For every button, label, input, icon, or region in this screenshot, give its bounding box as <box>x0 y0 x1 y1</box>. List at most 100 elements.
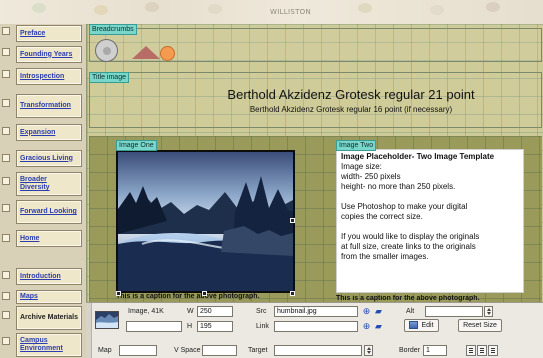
content-area: Breadcrumbs Title image Berthold Akziden… <box>86 24 543 304</box>
nav-bullet-icon <box>2 177 10 185</box>
edit-icon <box>409 321 419 330</box>
folder-icon[interactable]: ▰ <box>373 321 384 332</box>
image-two-title: Image Placeholder- Two Image Template <box>341 152 495 161</box>
decorative-dot <box>430 5 444 15</box>
image-thumbnail-icon <box>96 312 118 328</box>
nav-bullet-icon <box>2 311 10 319</box>
image-two-region: Image Placeholder- Two Image Template Im… <box>336 148 524 302</box>
link-label: Link <box>256 323 269 330</box>
reset-size-button[interactable]: Reset Size <box>458 319 502 332</box>
panel-handle[interactable] <box>86 303 92 358</box>
sidebar-item-gracious-living[interactable]: Gracious Living <box>16 150 82 167</box>
page-subtitle: Berthold Akzidenz Grotesk regular 16 poi… <box>249 105 453 114</box>
image-one-photo-icon <box>118 152 293 291</box>
nav-bullet-icon <box>2 127 10 135</box>
image-width-line: width- 250 pixels <box>341 172 401 181</box>
link-field[interactable] <box>274 321 358 332</box>
image-one[interactable] <box>116 150 295 293</box>
nav-bullet-icon <box>2 234 10 242</box>
decorative-dot <box>358 3 372 13</box>
resize-handle[interactable] <box>290 291 295 296</box>
resize-handle[interactable] <box>116 291 121 296</box>
sidebar-item-forward-looking[interactable]: Forward Looking <box>16 200 82 224</box>
sidebar-item-broader-diversity[interactable]: Broader Diversity <box>16 172 82 196</box>
properties-panel: Image, 41K W 250 H 195 Src humbnail.jpg … <box>86 302 543 358</box>
edit-button[interactable]: Edit <box>404 319 439 332</box>
sidebar-item-campus-environment[interactable]: Campus Environment <box>16 333 82 357</box>
image-size-heading: Image size: <box>341 162 382 171</box>
decorative-dot <box>145 2 159 12</box>
sidebar-item-archive-materials[interactable]: Archive Materials <box>16 306 82 330</box>
decorative-dot <box>208 4 222 14</box>
image-thumbnail <box>95 311 119 329</box>
sidebar-item-introduction[interactable]: Introduction <box>16 268 82 285</box>
sidebar-item-home[interactable]: Home <box>16 230 82 247</box>
sidebar-item-expansion[interactable]: Expansion <box>16 124 82 141</box>
image-one-region: This is a caption for the above photogra… <box>116 148 295 300</box>
align-left-icon[interactable] <box>466 345 476 356</box>
image-two-region-label: Image Two <box>336 140 377 151</box>
point-to-file-icon[interactable]: ⊕ <box>361 306 372 317</box>
image-two-placeholder: Image Placeholder- Two Image Template Im… <box>336 149 524 293</box>
fullsize-line-2: at full size, create links to the origin… <box>341 242 476 251</box>
nav-bullet-icon <box>2 204 10 212</box>
photoshop-line-2: copies the correct size. <box>341 212 423 221</box>
alt-field[interactable] <box>425 306 483 317</box>
map-field[interactable] <box>119 345 157 356</box>
src-label: Src <box>256 308 267 315</box>
page-title: Berthold Akzidenz Grotesk regular 21 poi… <box>227 87 475 102</box>
resize-handle[interactable] <box>202 291 207 296</box>
sidebar-item-preface[interactable]: Preface <box>16 25 82 42</box>
nav-bullet-icon <box>2 292 10 300</box>
src-field[interactable]: humbnail.jpg <box>274 306 358 317</box>
nav-bullet-icon <box>2 48 10 56</box>
breadcrumbs-region-label: Breadcrumbs <box>89 24 137 35</box>
nav-bullet-icon <box>2 70 10 78</box>
nav-bullet-icon <box>2 27 10 35</box>
nav-bullet-icon <box>2 337 10 345</box>
folder-icon[interactable]: ▰ <box>373 306 384 317</box>
image-size-label: Image, 41K <box>128 308 164 315</box>
align-center-icon[interactable] <box>477 345 487 356</box>
image-height-line: height- no more than 250 pixels. <box>341 182 456 191</box>
target-field[interactable] <box>274 345 362 356</box>
decorative-dot <box>32 3 46 13</box>
image-one-region-label: Image One <box>116 140 157 151</box>
nav-bullet-icon <box>2 154 10 162</box>
nav-bullet-icon <box>2 271 10 279</box>
image-two-caption: This is a caption for the above photogra… <box>336 295 480 302</box>
height-label: H <box>187 323 193 330</box>
v-space-label: V Space <box>174 347 201 354</box>
border-field[interactable]: 1 <box>423 345 447 356</box>
decorative-dot <box>486 2 500 12</box>
v-space-field[interactable] <box>202 345 237 356</box>
align-right-icon[interactable] <box>488 345 498 356</box>
decorative-dot <box>94 5 108 15</box>
grey-circle-icon <box>95 39 118 62</box>
edit-button-label: Edit <box>421 322 434 329</box>
height-field[interactable]: 195 <box>197 321 233 332</box>
nav-bullet-icon <box>2 99 10 107</box>
sidebar-item-transformation[interactable]: Transformation <box>16 94 82 118</box>
width-field[interactable]: 250 <box>197 306 233 317</box>
triangle-icon <box>132 46 160 59</box>
sidebar-item-founding-years[interactable]: Founding Years <box>16 46 82 63</box>
root: WILLISTON Preface Founding Years Introsp… <box>0 0 543 358</box>
image-name-field[interactable] <box>126 321 182 332</box>
top-decorative-strip: WILLISTON <box>0 0 543 24</box>
resize-handle[interactable] <box>290 218 295 223</box>
target-dropdown-icon[interactable] <box>364 345 373 356</box>
border-label: Border <box>399 347 421 354</box>
alt-dropdown-icon[interactable] <box>484 306 493 317</box>
width-label: W <box>187 308 194 315</box>
target-label: Target <box>248 347 268 354</box>
fullsize-line-1: If you would like to display the origina… <box>341 232 480 241</box>
map-label: Map <box>98 347 112 354</box>
point-to-file-icon[interactable]: ⊕ <box>361 321 372 332</box>
left-navigation: Preface Founding Years Introspection Tra… <box>0 24 87 358</box>
orange-circle-icon <box>160 46 175 61</box>
photoshop-line-1: Use Photoshop to make your digital <box>341 202 468 211</box>
sidebar-item-maps[interactable]: Maps <box>16 290 82 304</box>
sidebar-item-introspection[interactable]: Introspection <box>16 68 82 85</box>
fullsize-line-3: from the smaller images. <box>341 252 429 261</box>
